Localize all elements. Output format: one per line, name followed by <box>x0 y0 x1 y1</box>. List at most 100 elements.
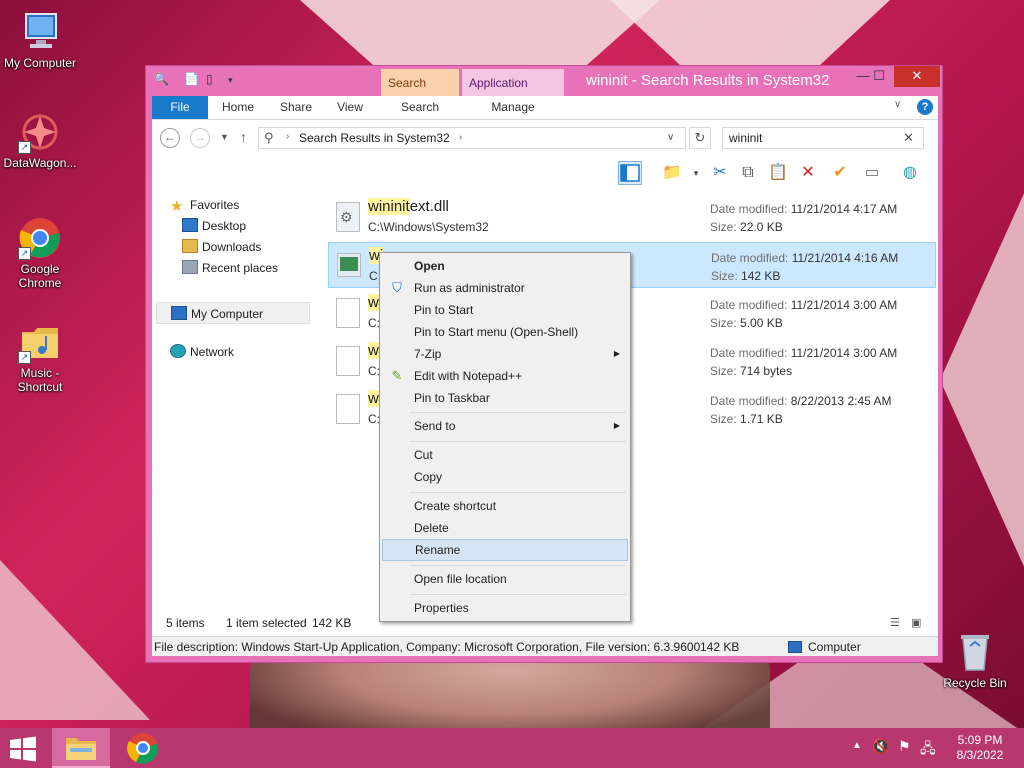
properties-folder-icon[interactable]: 📁 <box>660 161 684 185</box>
tab-share[interactable]: Share <box>268 96 324 119</box>
menu-label: Pin to Start menu (Open-Shell) <box>414 325 579 339</box>
menu-item-pin-to-start[interactable]: Pin to Start <box>382 299 628 321</box>
nav-network[interactable]: Network <box>170 343 234 361</box>
large-icons-view-icon[interactable]: ▣ <box>911 617 921 629</box>
tab-application-tools[interactable]: Application Tools <box>462 69 564 118</box>
close-button[interactable]: ✕ <box>894 66 940 87</box>
up-button[interactable]: ↑ <box>240 129 247 145</box>
forward-button[interactable]: → <box>190 128 210 148</box>
tab-view[interactable]: View <box>324 96 376 119</box>
details-size: 142 KB <box>700 640 740 654</box>
search-input[interactable]: wininit ✕ <box>722 127 924 149</box>
menu-item-run-as-administrator[interactable]: ⛉ Run as administrator <box>382 277 628 299</box>
quick-access-dropdown-icon[interactable]: ▾ <box>228 75 233 91</box>
expand-ribbon-chevron-icon[interactable]: ∨ <box>894 99 901 110</box>
tab-search-tools[interactable]: Search Tools <box>381 69 459 118</box>
menu-item-open-file-location[interactable]: Open file location <box>382 568 628 590</box>
nav-my-computer[interactable]: My Computer <box>156 302 310 324</box>
title-bar[interactable]: 🔍 📄 ▯ ▾ Search Tools Application Tools w… <box>146 66 942 118</box>
submenu-arrow-icon: ▶ <box>613 349 620 358</box>
shield-icon: ⛉ <box>392 280 402 295</box>
rename-icon[interactable]: ▭ <box>860 161 884 185</box>
globe-icon[interactable]: ◍ <box>898 161 922 185</box>
file-size: Size: 142 KB <box>711 269 780 283</box>
submenu-arrow-icon: ▶ <box>613 421 620 430</box>
desktop-icon-my-computer[interactable]: My Computer <box>0 10 80 70</box>
desktop-icon-google-chrome[interactable]: ↗ Google Chrome <box>0 216 80 290</box>
nav-recent-places[interactable]: Recent places <box>182 259 278 277</box>
selection-count: 1 item selected <box>226 616 307 630</box>
menu-item-properties[interactable]: Properties <box>382 597 628 619</box>
desktop-folder-icon <box>182 218 198 232</box>
tab-home[interactable]: Home <box>208 96 268 119</box>
ribbon-tabs: File Home Share View Search Manage ∨ ? <box>152 96 938 120</box>
action-center-flag-icon[interactable]: ⚑ <box>898 738 911 755</box>
menu-item-pin-to-taskbar[interactable]: Pin to Taskbar <box>382 387 628 409</box>
tab-file[interactable]: File <box>152 96 208 119</box>
start-button[interactable] <box>8 736 38 762</box>
maximize-button[interactable]: ☐ <box>864 66 894 87</box>
breadcrumb-chevron-icon[interactable]: › <box>286 131 289 142</box>
cut-icon[interactable]: ✂ <box>708 161 732 185</box>
meta-label: Size: <box>710 364 737 378</box>
preview-pane-icon[interactable] <box>618 161 642 185</box>
menu-item-send-to[interactable]: Send to ▶ <box>382 415 628 437</box>
recent-locations-dropdown-icon[interactable]: ▼ <box>220 132 229 142</box>
taskbar-google-chrome[interactable] <box>114 728 172 768</box>
menu-label: Cut <box>414 448 433 462</box>
show-hidden-icons-icon[interactable]: ▲ <box>852 740 862 751</box>
copy-icon[interactable]: ⧉ <box>736 161 760 185</box>
taskbar-file-explorer[interactable] <box>52 728 110 768</box>
desktop-icon-datawagon[interactable]: ↗ DataWagon... <box>0 110 80 170</box>
clock[interactable]: 5:09 PM 8/3/2022 <box>942 733 1018 763</box>
breadcrumb-chevron-icon[interactable]: › <box>459 132 462 143</box>
file-date-modified: Date modified: 8/22/2013 2:45 AM <box>710 394 891 408</box>
back-button[interactable]: ← <box>160 128 180 148</box>
help-icon[interactable]: ? <box>917 99 933 115</box>
properties-quick-icon[interactable]: 📄 <box>184 72 199 88</box>
details-view-icon[interactable]: ☰ <box>890 617 900 629</box>
desktop-icon-music-shortcut[interactable]: ↗ Music - Shortcut <box>0 320 80 394</box>
address-dropdown-icon[interactable]: ∨ <box>667 132 674 143</box>
nav-favorites[interactable]: ★ Favorites <box>170 196 240 215</box>
magnifier-icon[interactable]: 🔍 <box>154 72 169 88</box>
generic-file-icon <box>336 346 360 376</box>
menu-item-copy[interactable]: Copy <box>382 466 628 488</box>
check-icon[interactable]: ✔ <box>828 161 852 185</box>
file-row[interactable]: ⚙ wininitext.dll C:\Windows\System32 Dat… <box>328 194 936 240</box>
refresh-button[interactable]: ↻ <box>689 127 711 149</box>
notepadpp-icon: ✎ <box>391 368 403 383</box>
tab-manage[interactable]: Manage <box>472 96 554 119</box>
desktop-icon-recycle-bin[interactable]: Recycle Bin <box>935 630 1015 690</box>
search-location-icon: ⚲ <box>264 130 274 145</box>
file-size: Size: 1.71 KB <box>710 412 783 426</box>
file-date-modified: Date modified: 11/21/2014 3:00 AM <box>710 298 897 312</box>
properties-dropdown-icon[interactable]: ▾ <box>684 161 708 185</box>
menu-item-create-shortcut[interactable]: Create shortcut <box>382 495 628 517</box>
menu-item-open[interactable]: Open <box>382 255 628 277</box>
menu-item-pin-to-start-menu[interactable]: Pin to Start menu (Open-Shell) <box>382 321 628 343</box>
menu-label: Pin to Start <box>414 303 474 317</box>
paste-icon[interactable]: 📋 <box>766 161 790 185</box>
clear-search-icon[interactable]: ✕ <box>903 130 914 146</box>
tab-search[interactable]: Search <box>388 96 452 119</box>
network-icon[interactable]: 🖧 <box>920 738 936 762</box>
nav-downloads[interactable]: Downloads <box>182 238 261 256</box>
menu-item-edit-notepadpp[interactable]: ✎ Edit with Notepad++ <box>382 365 628 387</box>
address-bar[interactable]: ⚲ › Search Results in System32 › ∨ <box>258 127 686 149</box>
menu-separator <box>410 441 626 442</box>
meta-value: 8/22/2013 2:45 AM <box>790 394 892 408</box>
menu-item-7zip[interactable]: 7-Zip ▶ <box>382 343 628 365</box>
menu-item-cut[interactable]: Cut <box>382 444 628 466</box>
menu-label: Open <box>414 259 445 273</box>
volume-muted-icon[interactable]: 🔇 <box>872 738 889 755</box>
nav-label: Favorites <box>190 198 240 212</box>
menu-item-rename[interactable]: Rename <box>382 539 628 561</box>
meta-label: Date modified: <box>710 202 788 216</box>
address-path[interactable]: Search Results in System32 <box>299 131 450 145</box>
nav-desktop[interactable]: Desktop <box>182 217 246 235</box>
delete-icon[interactable]: ✕ <box>796 161 820 185</box>
menu-label: Run as administrator <box>414 281 525 295</box>
menu-item-delete[interactable]: Delete <box>382 517 628 539</box>
new-folder-quick-icon[interactable]: ▯ <box>206 72 213 88</box>
